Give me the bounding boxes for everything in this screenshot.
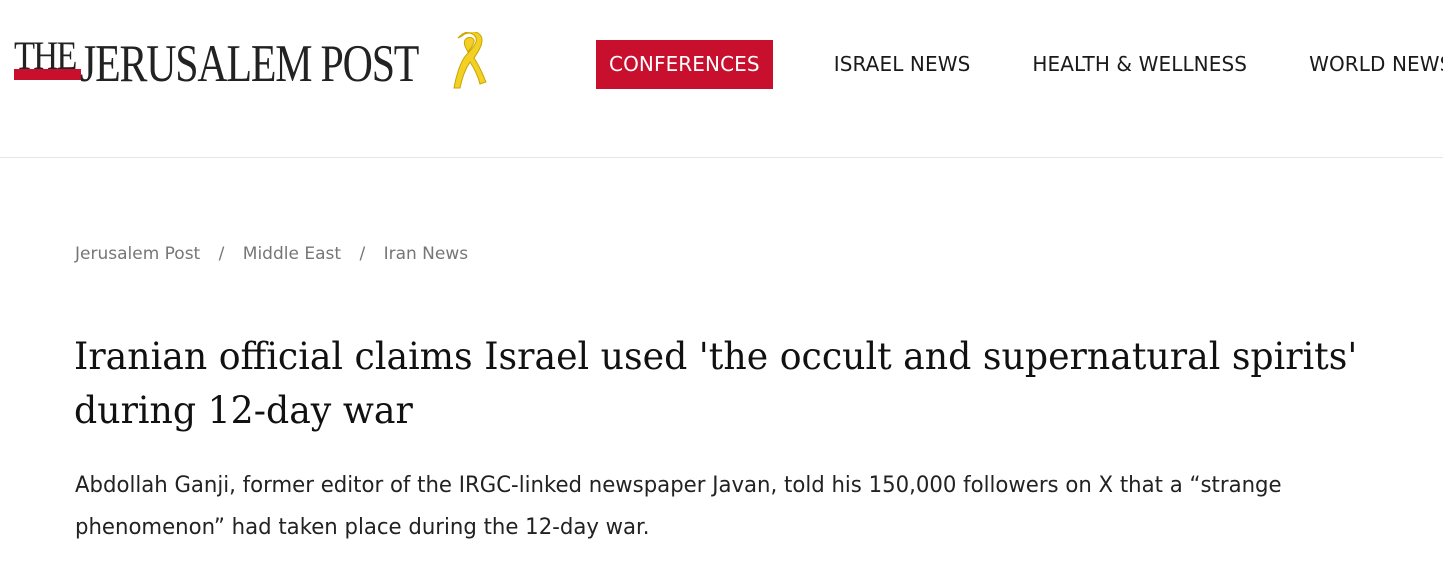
logo-name-text: JERUSALEM POST <box>80 35 419 93</box>
breadcrumb-separator: / <box>218 244 225 264</box>
site-header: THE JERUSALEM POST CONFERENCES ISRAEL NE… <box>0 0 1443 158</box>
nav-item-health-wellness[interactable]: HEALTH & WELLNESS <box>1019 40 1260 89</box>
nav-item-conferences[interactable]: CONFERENCES <box>596 40 773 89</box>
breadcrumb-item-middle-east[interactable]: Middle East <box>243 244 341 264</box>
jerusalem-post-logo[interactable]: THE JERUSALEM POST <box>14 32 487 102</box>
breadcrumb-separator: / <box>359 244 366 264</box>
article-title: Iranian official claims Israel used 'the… <box>74 335 1358 432</box>
breadcrumb: Jerusalem Post / Middle East / Iran News <box>75 244 468 264</box>
yellow-ribbon-icon <box>453 32 487 89</box>
nav-item-israel-news[interactable]: ISRAEL NEWS <box>821 40 984 89</box>
article-summary: Abdollah Ganji, former editor of the IRG… <box>75 473 1282 540</box>
nav-item-world-news[interactable]: WORLD NEWS <box>1296 40 1443 89</box>
logo-red-bar <box>14 69 81 80</box>
main-nav: CONFERENCES ISRAEL NEWS HEALTH & WELLNES… <box>596 40 1443 89</box>
breadcrumb-item-jerusalem-post[interactable]: Jerusalem Post <box>75 244 200 264</box>
breadcrumb-item-iran-news[interactable]: Iran News <box>384 244 469 264</box>
